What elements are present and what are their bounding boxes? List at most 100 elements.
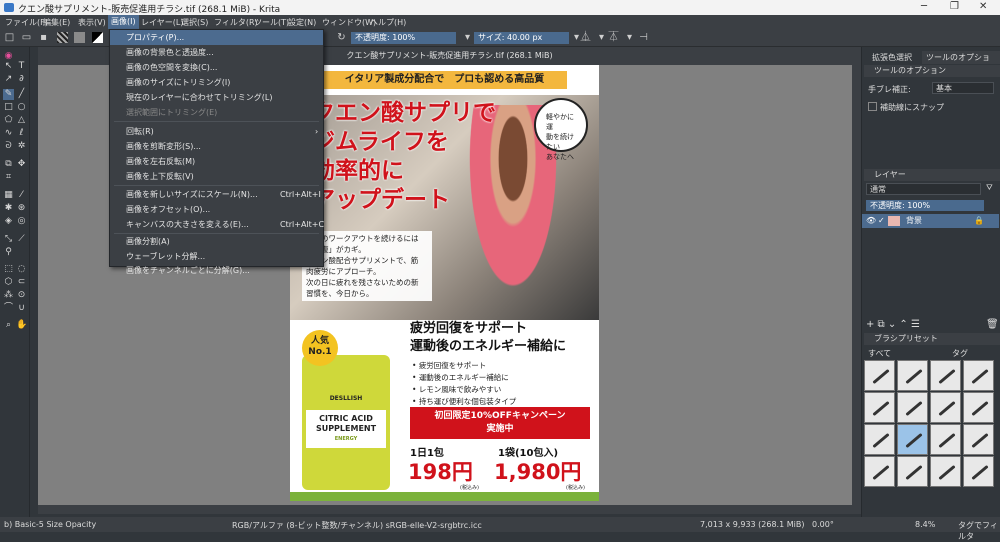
- opacity-dropdown-icon[interactable]: ▾: [462, 32, 473, 43]
- pattern-icon[interactable]: [74, 32, 85, 43]
- lock-icon[interactable]: 🔒: [974, 214, 984, 228]
- menu-item-trim-to-layer[interactable]: 現在のレイヤーに合わせてトリミング(L): [110, 90, 323, 105]
- menu-item-scale-image[interactable]: 画像を新しいサイズにスケール(N)... Ctrl+Alt+I: [110, 187, 323, 202]
- mirror-dropdown-icon[interactable]: ▾: [596, 32, 607, 43]
- rectangle-tool-icon[interactable]: □: [3, 102, 14, 113]
- reference-images-tool-icon[interactable]: ⚲: [3, 247, 14, 258]
- menu-file[interactable]: ファイル(F): [5, 17, 48, 28]
- menu-window[interactable]: ウィンドウ(W): [322, 17, 376, 28]
- menu-tools[interactable]: ツール(T): [254, 17, 289, 28]
- menu-view[interactable]: 表示(V): [78, 17, 106, 28]
- polygon-select-tool-icon[interactable]: ⬡: [3, 277, 14, 288]
- menu-item-wavelet-decompose[interactable]: ウェーブレット分解...: [110, 249, 323, 264]
- select-shape-tool-icon[interactable]: ↖: [3, 61, 14, 72]
- layer-check-icon[interactable]: ✓: [878, 214, 885, 228]
- menu-item-resize-canvas[interactable]: キャンバスの大きさを変える(E)... Ctrl+Alt+C: [110, 217, 324, 232]
- fg-bg-color-icon[interactable]: [92, 32, 103, 43]
- brush-tool-icon[interactable]: ✎: [3, 89, 14, 100]
- bezier-select-tool-icon[interactable]: ⌒: [3, 303, 14, 314]
- delete-layer-icon[interactable]: 🗑: [986, 319, 999, 330]
- reload-preset-icon[interactable]: ↻: [336, 32, 347, 43]
- layer-row-background[interactable]: 👁 ✓ 背景 🔒: [862, 214, 999, 228]
- blend-mode-select[interactable]: 通常: [866, 183, 981, 195]
- brush-preset[interactable]: [963, 392, 994, 423]
- brush-preset[interactable]: [897, 392, 928, 423]
- brush-preset[interactable]: [930, 456, 961, 487]
- brush-preset-selected[interactable]: [897, 424, 928, 455]
- brush-preset[interactable]: [963, 360, 994, 391]
- mirror-horizontal-icon[interactable]: ⏅: [580, 32, 591, 43]
- crop-tool-icon[interactable]: ⌗: [3, 172, 14, 183]
- transform-tool-icon[interactable]: ⧉: [3, 159, 14, 170]
- brush-preset[interactable]: [930, 424, 961, 455]
- size-field[interactable]: サイズ: 40.00 px: [474, 32, 569, 44]
- vertical-scrollbar[interactable]: [852, 65, 861, 505]
- tab-advanced-color-selector[interactable]: 拡張色選択: [868, 51, 916, 64]
- close-window-button[interactable]: ✕: [979, 1, 987, 12]
- freehand-select-tool-icon[interactable]: ⊂: [16, 277, 27, 288]
- minimize-button[interactable]: ─: [921, 1, 927, 12]
- rect-select-tool-icon[interactable]: ⬚: [3, 264, 14, 275]
- gradient-tool-icon[interactable]: ▦: [3, 190, 14, 201]
- move-tool-icon[interactable]: ✥: [16, 159, 27, 170]
- contiguous-select-tool-icon[interactable]: ⁂: [3, 290, 14, 301]
- brush-preset[interactable]: [864, 456, 895, 487]
- horizontal-scrollbar[interactable]: [38, 505, 861, 514]
- menu-item-mirror-vertical[interactable]: 画像を上下反転(V): [110, 169, 323, 184]
- brush-preset[interactable]: [897, 456, 928, 487]
- assistant-tool-icon[interactable]: ⤡: [3, 234, 14, 245]
- wrap-around-icon[interactable]: ⊣: [638, 32, 649, 43]
- text-tool-icon[interactable]: T: [16, 61, 27, 72]
- new-document-icon[interactable]: □: [4, 32, 15, 43]
- multibrush-tool-icon[interactable]: ✲: [16, 141, 27, 152]
- save-icon[interactable]: ▪: [38, 32, 49, 43]
- menu-item-rotate[interactable]: 回転(R) ›: [110, 124, 323, 139]
- open-document-icon[interactable]: ▭: [21, 32, 32, 43]
- layer-filter-icon[interactable]: ⛛: [986, 183, 993, 193]
- ellipse-tool-icon[interactable]: ○: [16, 102, 27, 113]
- menu-item-separate-channels[interactable]: 画像をチャンネルごとに分解(G)...: [110, 263, 323, 275]
- dynamic-brush-tool-icon[interactable]: ᘐ: [3, 141, 14, 152]
- menu-item-shear[interactable]: 画像を剪断変形(S)...: [110, 139, 323, 154]
- bezier-tool-icon[interactable]: ∿: [3, 128, 14, 139]
- ellipse-select-tool-icon[interactable]: ◌: [16, 264, 27, 275]
- polygon-tool-icon[interactable]: ⬠: [3, 115, 14, 126]
- menu-item-trim-to-image[interactable]: 画像のサイズにトリミング(I): [110, 75, 323, 90]
- menu-image[interactable]: 画像(I): [108, 15, 139, 29]
- menu-item-mirror-horizontal[interactable]: 画像を左右反転(M): [110, 154, 323, 169]
- maximize-button[interactable]: ❐: [950, 1, 959, 12]
- brush-preset[interactable]: [930, 392, 961, 423]
- brush-preset[interactable]: [864, 392, 895, 423]
- brush-preset[interactable]: [897, 360, 928, 391]
- brush-tag-select[interactable]: タグ: [952, 348, 968, 359]
- layer-actions-toolbar[interactable]: + ⧉ ⌄ ⌃ ☰: [866, 319, 920, 330]
- color-picker-tool-icon[interactable]: ⁄: [16, 190, 27, 201]
- colorize-mask-tool-icon[interactable]: ✱: [3, 203, 14, 214]
- calligraphy-tool-icon[interactable]: ∂: [16, 74, 27, 85]
- brush-preset[interactable]: [930, 360, 961, 391]
- menu-item-convert-colorspace[interactable]: 画像の色空間を変換(C)...: [110, 60, 323, 75]
- menu-settings[interactable]: 設定(N): [288, 17, 316, 28]
- pan-tool-icon[interactable]: ✋: [16, 320, 27, 331]
- snap-checkbox[interactable]: [868, 102, 877, 111]
- enclose-fill-tool-icon[interactable]: ◎: [16, 216, 27, 227]
- freehand-path-tool-icon[interactable]: ℓ: [16, 128, 27, 139]
- menu-help[interactable]: ヘルプ(H): [370, 17, 406, 28]
- brush-preset[interactable]: [963, 424, 994, 455]
- smart-patch-tool-icon[interactable]: ⊛: [16, 203, 27, 214]
- measure-tool-icon[interactable]: ⟋: [16, 234, 27, 245]
- zoom-tool-icon[interactable]: ⌕: [3, 320, 14, 331]
- eye-icon[interactable]: 👁: [866, 214, 876, 228]
- menu-item-image-split[interactable]: 画像分割(A): [110, 234, 323, 249]
- menu-layer[interactable]: レイヤー(L): [141, 17, 183, 28]
- smoothing-select[interactable]: 基本: [932, 82, 994, 94]
- similar-select-tool-icon[interactable]: ⊙: [16, 290, 27, 301]
- menu-item-offset-image[interactable]: 画像をオフセット(O)...: [110, 202, 323, 217]
- layer-opacity-field[interactable]: 不透明度: 100%: [866, 200, 984, 211]
- menu-select[interactable]: 選択(S): [181, 17, 208, 28]
- edit-shape-tool-icon[interactable]: ↗: [3, 74, 14, 85]
- menu-item-properties[interactable]: プロパティ(P)...: [110, 30, 323, 45]
- brush-preset[interactable]: [864, 424, 895, 455]
- fill-tool-icon[interactable]: ◈: [3, 216, 14, 227]
- opacity-field[interactable]: 不透明度: 100%: [351, 32, 456, 44]
